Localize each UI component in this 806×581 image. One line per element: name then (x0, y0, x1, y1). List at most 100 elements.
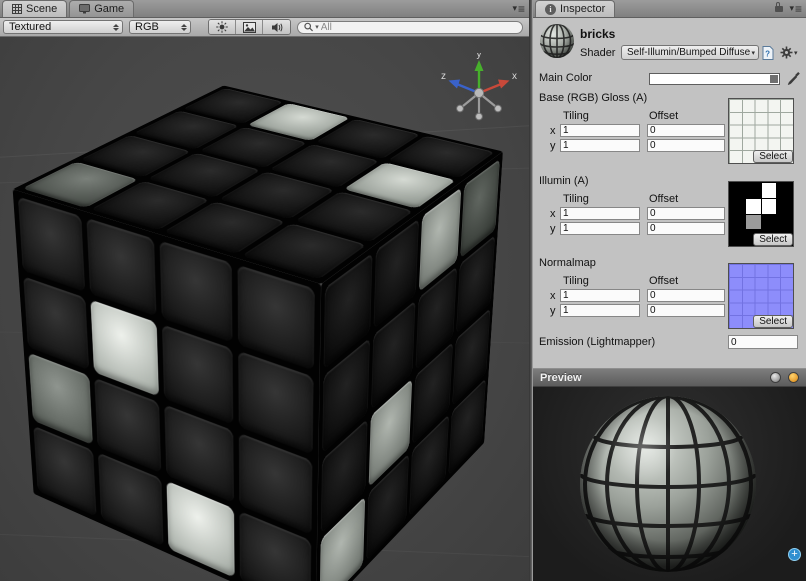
gizmo-z-arrowhead[interactable] (449, 80, 461, 89)
x-axis-label: x (550, 290, 556, 302)
normalmap-texture-select-button[interactable]: Select (753, 315, 793, 328)
inspector-panel: i Inspector ▾≡ bri (532, 0, 806, 581)
inspector-panel-menu-icon[interactable]: ▾≡ (789, 0, 802, 17)
tiling-header: Tiling (563, 193, 589, 205)
gizmo-negative-axis-knob[interactable] (457, 105, 464, 112)
normalmap-section-label: Normalmap (539, 257, 596, 269)
main-color-label: Main Color (539, 72, 592, 84)
scene-toggle-button-group (208, 19, 291, 35)
sun-icon (216, 21, 228, 33)
normalmap-tiling-y-input[interactable] (560, 304, 640, 317)
offset-header: Offset (649, 275, 678, 287)
preview-mesh-toggle[interactable] (770, 372, 781, 383)
draw-mode-value: Textured (9, 21, 51, 33)
search-input[interactable] (321, 22, 516, 33)
shader-dropdown[interactable]: Self-Illumin/Bumped Diffuse ▾ (621, 45, 759, 60)
gizmo-x-label: x (512, 71, 517, 82)
illumin-section-label: Illumin (A) (539, 175, 589, 187)
render-mode-dropdown[interactable]: RGB (129, 20, 191, 34)
tab-game[interactable]: Game (69, 0, 134, 17)
swatch-alpha-tail (770, 75, 778, 83)
material-sphere-icon[interactable] (538, 22, 576, 60)
emission-input[interactable] (728, 335, 798, 349)
material-name: bricks (580, 27, 615, 41)
gizmo-negative-axis-knob[interactable] (476, 113, 483, 120)
scene-panel-menu-icon[interactable]: ▾≡ (512, 0, 525, 17)
help-doc-icon[interactable]: ? (762, 46, 774, 60)
illumin-offset-y-input[interactable] (647, 222, 725, 235)
tab-scene-label: Scene (26, 3, 57, 15)
preview-sphere (577, 393, 759, 575)
gizmo-x-arrowhead[interactable] (498, 80, 510, 89)
skybox-fx-toggle-button[interactable] (236, 20, 263, 34)
preview-title: Preview (540, 372, 582, 384)
audio-toggle-button[interactable] (263, 20, 290, 34)
chevron-down-icon: ▾ (751, 49, 755, 57)
base-texture-thumb[interactable]: Select (728, 98, 794, 164)
image-icon (243, 22, 256, 33)
dropdown-arrows-icon (181, 24, 187, 31)
base-tiling-x-input[interactable] (560, 124, 640, 137)
x-axis-label: x (550, 208, 556, 220)
inspector-info-icon: i (545, 4, 556, 15)
normalmap-texture-thumb[interactable]: Select (728, 263, 794, 329)
scene-toolbar: Textured RGB (0, 18, 529, 37)
base-offset-x-input[interactable] (647, 124, 725, 137)
scene-grid-icon (12, 4, 22, 14)
lighting-toggle-button[interactable] (209, 20, 236, 34)
normalmap-offset-y-input[interactable] (647, 304, 725, 317)
gizmo-negative-axis-knob[interactable] (495, 105, 502, 112)
normalmap-offset-x-input[interactable] (647, 289, 725, 302)
main-color-row: Main Color (533, 71, 806, 87)
search-filter-caret-icon[interactable]: ▾ (315, 23, 319, 31)
inspector-tabstrip: i Inspector ▾≡ (533, 0, 806, 18)
material-header: bricks Shader Self-Illumin/Bumped Diffus… (533, 22, 806, 68)
base-offset-y-input[interactable] (647, 139, 725, 152)
illumin-tiling-x-input[interactable] (560, 207, 640, 220)
y-axis-label: y (550, 140, 556, 152)
base-texture-select-button[interactable]: Select (753, 150, 793, 163)
tab-inspector[interactable]: i Inspector (535, 0, 615, 17)
x-axis-label: x (550, 125, 556, 137)
eyedropper-icon[interactable] (786, 71, 800, 86)
y-axis-label: y (550, 223, 556, 235)
scene-viewport[interactable]: y x z (0, 37, 529, 581)
illumin-offset-x-input[interactable] (647, 207, 725, 220)
emission-label: Emission (Lightmapper) (539, 336, 655, 348)
normalmap-texture-section: Normalmap Tiling Offset x y Select (533, 255, 806, 337)
gizmo-y-label: y (477, 53, 482, 60)
tiling-header: Tiling (563, 275, 589, 287)
base-section-label: Base (RGB) Gloss (A) (539, 92, 647, 104)
svg-text:?: ? (765, 50, 770, 59)
main-color-swatch[interactable] (649, 73, 780, 85)
lock-icon[interactable] (775, 6, 783, 12)
shader-value: Self-Illumin/Bumped Diffuse (627, 47, 750, 58)
scene-tabstrip: Scene Game ▾≡ (0, 0, 529, 18)
draw-mode-dropdown[interactable]: Textured (3, 20, 123, 34)
illumin-tiling-y-input[interactable] (560, 222, 640, 235)
dropdown-arrows-icon (113, 24, 119, 31)
normalmap-tiling-x-input[interactable] (560, 289, 640, 302)
game-monitor-icon (79, 4, 90, 14)
material-preview-area[interactable]: + (533, 387, 806, 581)
preview-bar[interactable]: Preview (533, 368, 806, 387)
offset-header: Offset (649, 110, 678, 122)
illumin-texture-thumb[interactable]: Select (728, 181, 794, 247)
gizmo-y-arrowhead[interactable] (475, 60, 484, 71)
gizmo-center-knob[interactable] (474, 88, 483, 97)
offset-header: Offset (649, 193, 678, 205)
tab-scene[interactable]: Scene (2, 0, 67, 17)
render-mode-value: RGB (135, 21, 159, 33)
base-texture-section: Base (RGB) Gloss (A) Tiling Offset x y S… (533, 90, 806, 172)
emission-row: Emission (Lightmapper) (533, 334, 806, 352)
gear-icon[interactable] (780, 46, 793, 59)
chevron-down-icon: ▾ (794, 49, 798, 57)
preview-plus-button[interactable]: + (788, 548, 801, 561)
material-options[interactable]: ▾ (780, 46, 798, 59)
illumin-texture-select-button[interactable]: Select (753, 233, 793, 246)
search-box[interactable]: ▾ (297, 21, 523, 34)
base-tiling-y-input[interactable] (560, 139, 640, 152)
orientation-gizmo[interactable]: y x z (439, 53, 519, 133)
gizmo-z-label: z (441, 71, 446, 82)
preview-light-toggle[interactable] (788, 372, 799, 383)
